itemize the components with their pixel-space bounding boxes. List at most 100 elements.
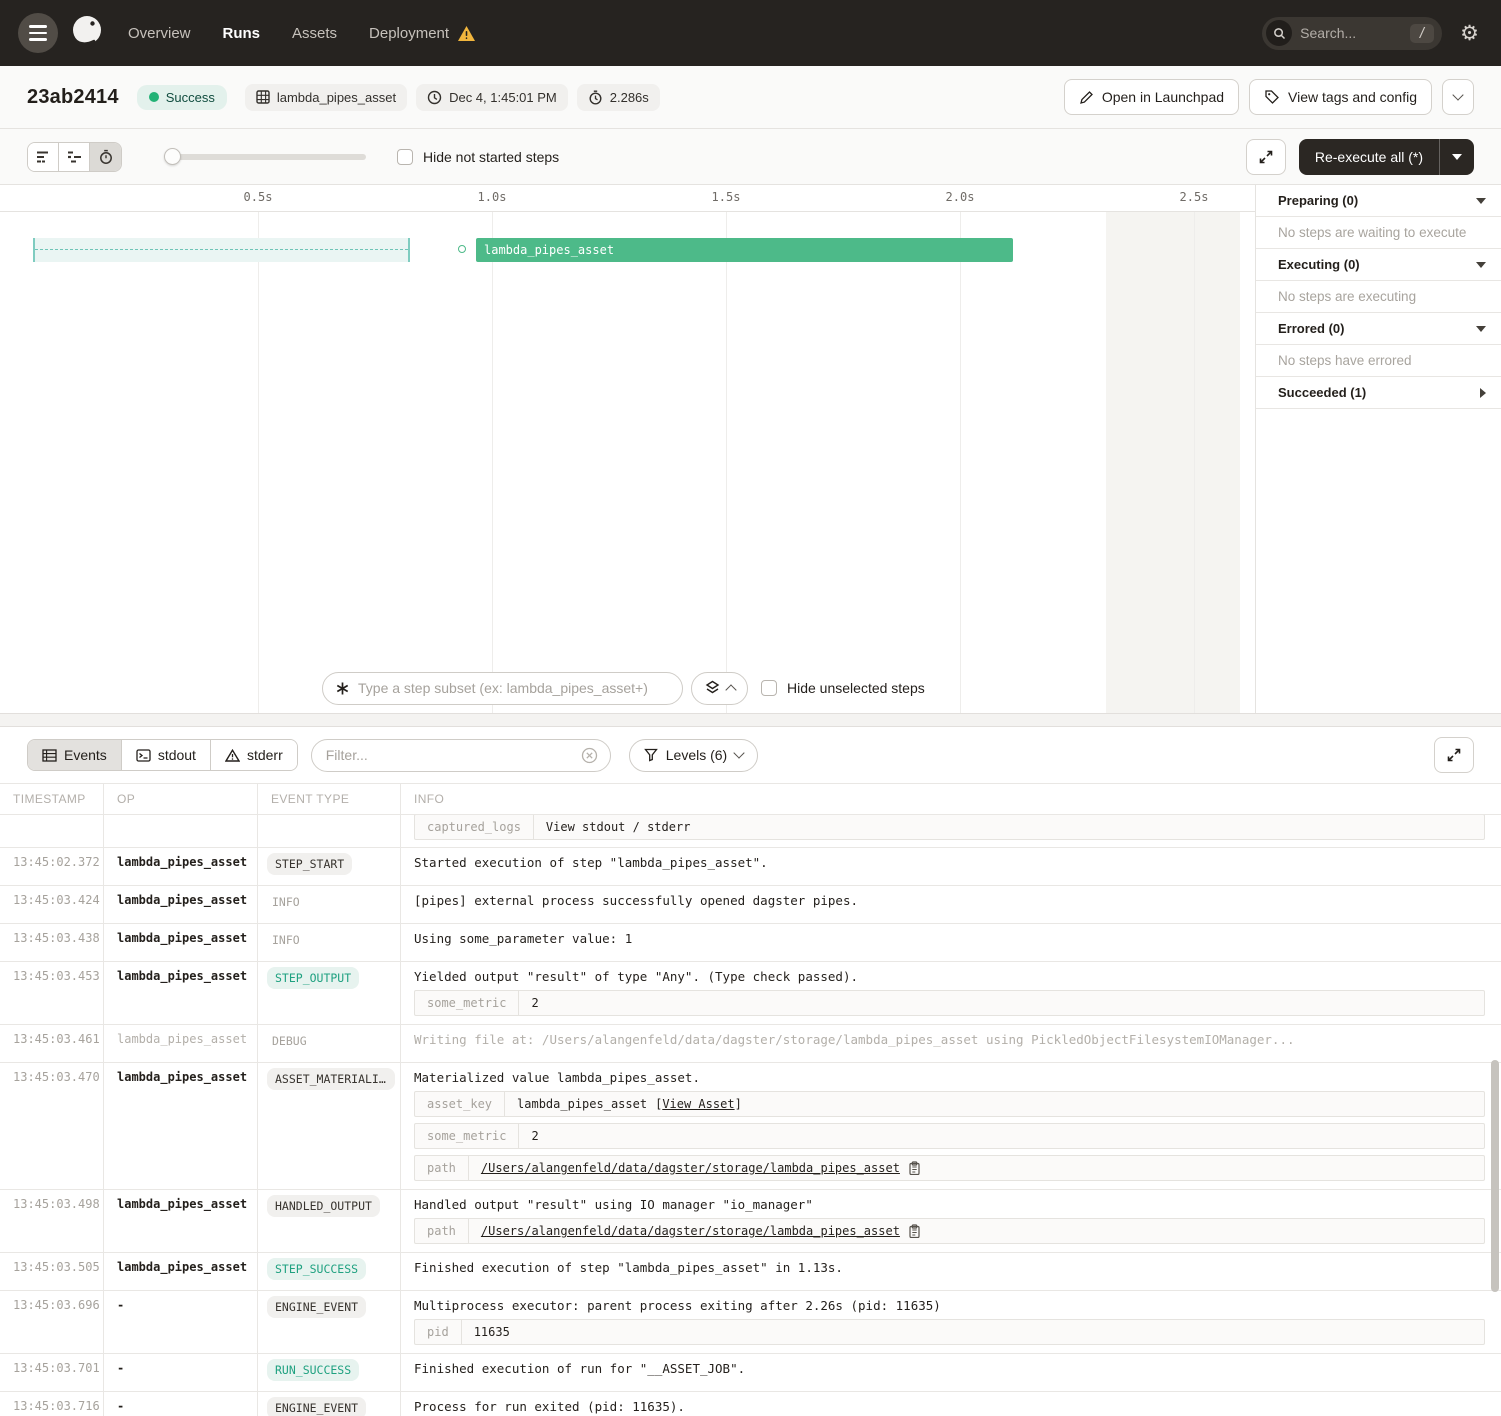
view-tags-config-button[interactable]: View tags and config <box>1249 79 1432 115</box>
event-info-text: Yielded output "result" of type "Any". (… <box>414 969 1485 984</box>
timed-view-button[interactable] <box>90 143 121 171</box>
log-row[interactable]: 13:45:02.372lambda_pipes_assetSTEP_START… <box>0 848 1501 886</box>
cell-event-type: ENGINE_EVENT <box>258 1291 401 1353</box>
job-tag[interactable]: lambda_pipes_asset <box>245 84 407 111</box>
step-subset-placeholder: Type a step subset (ex: lambda_pipes_ass… <box>358 680 648 696</box>
waterfall-view-button[interactable] <box>59 143 90 171</box>
cell-op: lambda_pipes_asset <box>104 1190 258 1252</box>
log-row[interactable]: 13:45:03.716-ENGINE_EVENTProcess for run… <box>0 1392 1501 1416</box>
after-run-shading <box>1106 212 1240 713</box>
log-filter-input[interactable]: Filter... <box>311 739 611 772</box>
search-placeholder: Search... <box>1300 25 1410 41</box>
copy-icon[interactable] <box>908 1161 921 1175</box>
step-status-section-errored[interactable]: Errored (0) <box>1256 313 1501 345</box>
search-shortcut-badge: / <box>1410 24 1434 43</box>
event-type-badge: HANDLED_OUTPUT <box>267 1195 380 1217</box>
log-row[interactable]: 13:45:03.461lambda_pipes_assetDEBUGWriti… <box>0 1025 1501 1063</box>
cell-timestamp: 13:45:03.696 <box>0 1291 104 1353</box>
caret-down-icon <box>1452 154 1462 160</box>
cell-timestamp: 13:45:03.461 <box>0 1025 104 1062</box>
clear-filter-icon[interactable] <box>581 747 598 764</box>
log-row[interactable]: 13:45:03.438lambda_pipes_assetINFOUsing … <box>0 924 1501 962</box>
metadata-entry: some_metric2 <box>414 990 1485 1016</box>
gantt-timeline: 0.5s1.0s1.5s2.0s2.5s <box>0 185 1255 212</box>
graph-query-toggle-button[interactable] <box>691 672 748 705</box>
step-status-section-executing[interactable]: Executing (0) <box>1256 249 1501 281</box>
metadata-text: 2 <box>531 996 538 1010</box>
expand-icon <box>1446 747 1462 763</box>
gear-icon[interactable]: ⚙ <box>1460 23 1479 44</box>
timeline-tick-label: 2.5s <box>1180 190 1209 204</box>
status-badge[interactable]: Success <box>137 85 227 110</box>
log-row[interactable]: 13:45:03.696-ENGINE_EVENTMultiprocess ex… <box>0 1291 1501 1354</box>
event-type-badge: ENGINE_EVENT <box>267 1296 366 1318</box>
cell-info: Finished execution of step "lambda_pipes… <box>401 1253 1501 1290</box>
nav-item-deployment[interactable]: Deployment <box>369 25 476 42</box>
zoom-slider-knob[interactable] <box>164 148 181 165</box>
cell-info: Handled output "result" using IO manager… <box>401 1190 1501 1252</box>
gantt-view-mode-group <box>27 142 122 172</box>
flat-view-icon <box>36 150 51 164</box>
nav-item-runs[interactable]: Runs <box>223 25 261 42</box>
cell-info: Writing file at: /Users/alangenfeld/data… <box>401 1025 1501 1062</box>
timeline-tick-label: 2.0s <box>946 190 975 204</box>
log-row[interactable]: 13:45:03.470lambda_pipes_assetASSET_MATE… <box>0 1063 1501 1190</box>
metadata-key: asset_key <box>415 1092 505 1116</box>
panel-resize-handle[interactable] <box>0 713 1501 727</box>
gantt-fullscreen-button[interactable] <box>1246 139 1286 175</box>
hide-unselected-checkbox[interactable] <box>761 680 777 696</box>
metadata-path-link[interactable]: /Users/alangenfeld/data/dagster/storage/… <box>481 1161 900 1175</box>
tab-stdout[interactable]: stdout <box>122 740 211 770</box>
log-row[interactable]: captured_logsView stdout / stderr <box>0 815 1501 848</box>
metadata-path-link[interactable]: /Users/alangenfeld/data/dagster/storage/… <box>481 1224 900 1238</box>
cell-timestamp: 13:45:03.505 <box>0 1253 104 1290</box>
copy-icon[interactable] <box>908 1224 921 1238</box>
cell-timestamp: 13:45:03.716 <box>0 1392 104 1416</box>
cell-info: Multiprocess executor: parent process ex… <box>401 1291 1501 1353</box>
caret-down-icon <box>1476 262 1486 268</box>
gantt-bar-lambda-pipes-asset[interactable]: lambda_pipes_asset <box>476 238 1013 262</box>
cell-info: Process for run exited (pid: 11635). <box>401 1392 1501 1416</box>
tab-label: stdout <box>158 747 196 763</box>
cell-info: Materialized value lambda_pipes_asset.as… <box>401 1063 1501 1189</box>
events-fullscreen-button[interactable] <box>1434 737 1474 773</box>
zoom-slider[interactable] <box>166 154 366 160</box>
reexecute-dropdown-button[interactable] <box>1439 139 1474 175</box>
cell-event-type: STEP_OUTPUT <box>258 962 401 1024</box>
timeline-tick-label: 1.0s <box>478 190 507 204</box>
metadata-entry: some_metric2 <box>414 1123 1485 1149</box>
start-time-tag[interactable]: Dec 4, 1:45:01 PM <box>416 84 568 111</box>
view-asset-link[interactable]: View Asset <box>662 1097 734 1111</box>
flat-view-button[interactable] <box>28 143 59 171</box>
header-more-dropdown-button[interactable] <box>1442 79 1474 115</box>
chevron-down-icon <box>734 747 745 758</box>
log-row[interactable]: 13:45:03.424lambda_pipes_assetINFO[pipes… <box>0 886 1501 924</box>
table-icon <box>42 749 57 762</box>
nav-item-assets[interactable]: Assets <box>292 25 337 42</box>
hide-not-started-label: Hide not started steps <box>423 149 559 165</box>
duration-tag[interactable]: 2.286s <box>577 84 660 111</box>
hide-not-started-checkbox[interactable] <box>397 149 413 165</box>
timeline-tick-label: 1.5s <box>712 190 741 204</box>
log-row[interactable]: 13:45:03.453lambda_pipes_assetSTEP_OUTPU… <box>0 962 1501 1025</box>
section-caption: No steps are waiting to execute <box>1256 217 1501 249</box>
open-in-launchpad-button[interactable]: Open in Launchpad <box>1064 79 1239 115</box>
nav-item-overview[interactable]: Overview <box>128 25 191 42</box>
log-row[interactable]: 13:45:03.505lambda_pipes_assetSTEP_SUCCE… <box>0 1253 1501 1291</box>
tab-stderr[interactable]: stderr <box>211 740 297 770</box>
hamburger-menu-icon[interactable] <box>18 13 58 53</box>
step-status-section-preparing[interactable]: Preparing (0) <box>1256 185 1501 217</box>
dagster-logo-icon[interactable] <box>64 10 110 56</box>
step-subset-input[interactable]: Type a step subset (ex: lambda_pipes_ass… <box>322 672 683 705</box>
search-input[interactable]: Search... / <box>1262 17 1442 50</box>
levels-dropdown[interactable]: Levels (6) <box>629 739 758 772</box>
metadata-entry: path/Users/alangenfeld/data/dagster/stor… <box>414 1155 1485 1181</box>
cell-event-type: INFO <box>258 886 401 923</box>
tab-events[interactable]: Events <box>28 740 122 770</box>
vertical-scrollbar[interactable] <box>1491 1060 1499 1292</box>
log-row[interactable]: 13:45:03.701-RUN_SUCCESSFinished executi… <box>0 1354 1501 1392</box>
timeline-gridline <box>726 212 727 713</box>
step-status-section-succeeded[interactable]: Succeeded (1) <box>1256 377 1501 409</box>
log-row[interactable]: 13:45:03.498lambda_pipes_assetHANDLED_OU… <box>0 1190 1501 1253</box>
reexecute-all-button[interactable]: Re-execute all (*) <box>1299 139 1439 175</box>
